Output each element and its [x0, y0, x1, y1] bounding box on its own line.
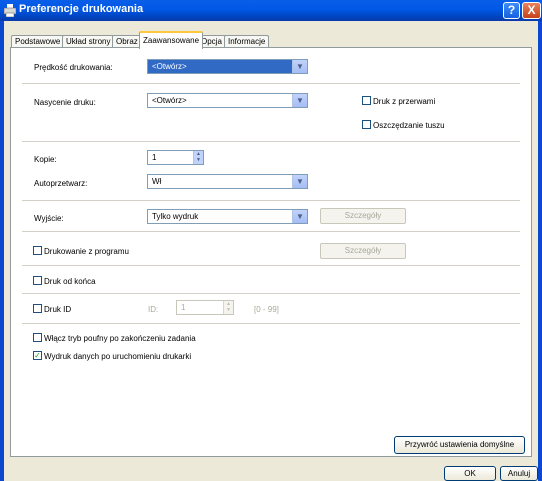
- reverse-print-label: Druk od końca: [44, 277, 96, 286]
- arrow-down-icon[interactable]: ▼: [194, 157, 203, 163]
- saturation-label: Nasycenie druku:: [34, 98, 96, 107]
- auto-rotate-value: Wł: [152, 177, 162, 186]
- copies-value: 1: [152, 153, 157, 162]
- speed-label: Prędkość drukowania:: [34, 63, 113, 72]
- output-details-button[interactable]: Szczegóły: [320, 208, 406, 224]
- separator: [22, 200, 520, 201]
- id-stepper[interactable]: 1 ▲ ▼: [176, 300, 234, 315]
- window-frame-left: [0, 21, 4, 481]
- chevron-down-icon[interactable]: ▼: [292, 175, 307, 188]
- speed-value: <Otwórz>: [152, 62, 187, 71]
- speed-select[interactable]: <Otwórz> ▼: [147, 59, 308, 74]
- auto-rotate-label: Autoprzetwarz:: [34, 179, 88, 188]
- window-frame-right: [538, 21, 542, 481]
- id-label: ID:: [148, 305, 159, 314]
- separator: [22, 293, 520, 294]
- copies-stepper[interactable]: 1 ▲ ▼: [147, 150, 204, 165]
- ink-saving-checkbox[interactable]: [362, 120, 371, 129]
- window-title: Preferencje drukowania: [19, 3, 144, 15]
- saturation-select[interactable]: <Otwórz> ▼: [147, 93, 308, 108]
- stepper-buttons[interactable]: ▲ ▼: [223, 301, 233, 314]
- print-id-label: Druk ID: [44, 305, 72, 314]
- cancel-button[interactable]: Anuluj: [500, 466, 538, 481]
- auto-rotate-select[interactable]: Wł ▼: [147, 174, 308, 189]
- id-range: [0 - 99]: [254, 305, 279, 314]
- separator: [22, 265, 520, 266]
- arrow-down-icon[interactable]: ▼: [224, 307, 233, 313]
- chevron-down-icon[interactable]: ▼: [292, 60, 307, 73]
- startup-print-label: Wydruk danych po uruchomieniu drukarki: [44, 352, 192, 361]
- chevron-down-icon[interactable]: ▼: [292, 210, 307, 223]
- print-id-checkbox[interactable]: [33, 304, 42, 313]
- ok-button[interactable]: OK: [444, 466, 496, 481]
- output-value: Tylko wydruk: [152, 212, 199, 221]
- stepper-buttons[interactable]: ▲ ▼: [193, 151, 203, 164]
- copies-label: Kopie:: [34, 155, 57, 164]
- saturation-value: <Otwórz>: [152, 96, 187, 105]
- help-button[interactable]: ?: [503, 2, 520, 19]
- startup-print-checkbox[interactable]: ✓: [33, 351, 42, 360]
- output-select[interactable]: Tylko wydruk ▼: [147, 209, 308, 224]
- tab-zaawansowane[interactable]: Zaawansowane: [139, 31, 204, 49]
- chevron-down-icon[interactable]: ▼: [292, 94, 307, 107]
- separator: [22, 83, 520, 84]
- output-label: Wyjście:: [34, 214, 64, 223]
- program-details-button[interactable]: Szczegóły: [320, 243, 406, 259]
- reverse-print-checkbox[interactable]: [33, 276, 42, 285]
- confidential-checkbox[interactable]: [33, 333, 42, 342]
- gap-print-checkbox[interactable]: [362, 96, 371, 105]
- close-button[interactable]: X: [522, 2, 541, 19]
- separator: [22, 231, 520, 232]
- confidential-label: Włącz tryb poufny po zakończeniu zadania: [44, 334, 196, 343]
- ink-saving-label: Oszczędzanie tuszu: [373, 121, 445, 130]
- print-from-program-checkbox[interactable]: [33, 246, 42, 255]
- print-from-program-label: Drukowanie z programu: [44, 247, 129, 256]
- printer-icon: [4, 4, 16, 17]
- restore-defaults-button[interactable]: Przywróć ustawienia domyślne: [394, 436, 525, 454]
- separator: [22, 323, 520, 324]
- separator: [22, 141, 520, 142]
- gap-print-label: Druk z przerwami: [373, 97, 436, 106]
- id-value: 1: [181, 303, 186, 312]
